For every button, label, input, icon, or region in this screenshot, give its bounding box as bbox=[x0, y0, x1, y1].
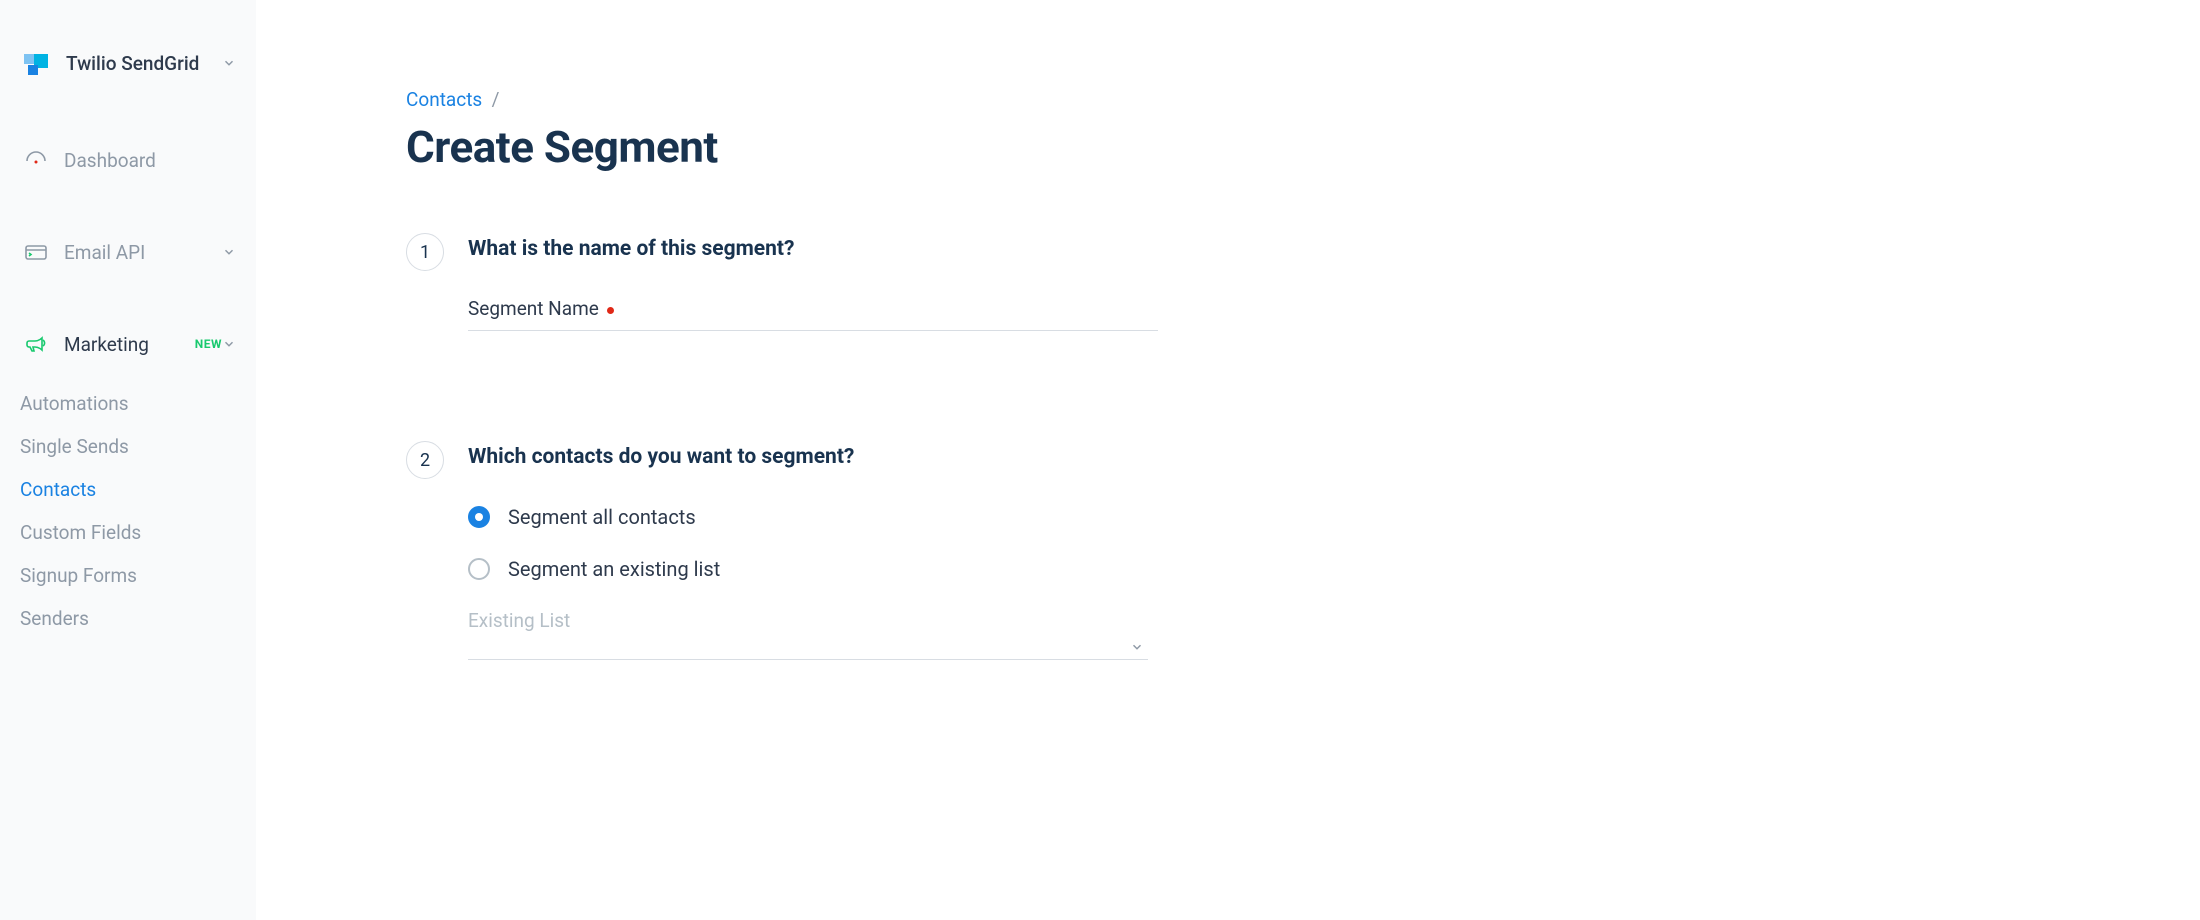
sidebar-item-dashboard[interactable]: Dashboard bbox=[0, 136, 256, 184]
brand-switcher[interactable]: Twilio SendGrid bbox=[0, 50, 256, 136]
nav-label: Email API bbox=[64, 241, 222, 264]
nav-label: Dashboard bbox=[64, 149, 236, 172]
segment-name-label: Segment Name bbox=[468, 297, 599, 320]
step-2: 2 Which contacts do you want to segment?… bbox=[406, 441, 2140, 660]
new-badge: NEW bbox=[195, 337, 222, 351]
radio-segment-existing[interactable]: Segment an existing list bbox=[468, 557, 2140, 581]
main-content: Contacts / Create Segment 1 What is the … bbox=[256, 0, 2200, 920]
radio-button-icon bbox=[468, 506, 490, 528]
brand-name: Twilio SendGrid bbox=[66, 52, 222, 75]
megaphone-icon bbox=[24, 332, 48, 356]
step-1: 1 What is the name of this segment? Segm… bbox=[406, 233, 2140, 401]
gauge-icon bbox=[24, 148, 48, 172]
existing-list-label: Existing List bbox=[468, 609, 1148, 632]
radio-label-existing: Segment an existing list bbox=[508, 557, 720, 581]
step-1-question: What is the name of this segment? bbox=[468, 237, 2140, 261]
step-number-1: 1 bbox=[406, 233, 444, 271]
subnav-senders[interactable]: Senders bbox=[20, 597, 256, 640]
nav-label: Marketing bbox=[64, 333, 187, 356]
sidebar-item-marketing[interactable]: Marketing NEW bbox=[0, 320, 256, 368]
radio-segment-all[interactable]: Segment all contacts bbox=[468, 505, 2140, 529]
breadcrumb-sep: / bbox=[492, 88, 500, 111]
existing-list-select[interactable]: Existing List bbox=[468, 609, 1148, 660]
subnav-signup-forms[interactable]: Signup Forms bbox=[20, 554, 256, 597]
sidebar-item-email-api[interactable]: Email API bbox=[0, 228, 256, 276]
breadcrumb-contacts-link[interactable]: Contacts bbox=[406, 88, 482, 111]
terminal-card-icon bbox=[24, 240, 48, 264]
step-number-2: 2 bbox=[406, 441, 444, 479]
breadcrumb: Contacts / bbox=[406, 88, 2140, 111]
chevron-down-icon bbox=[222, 245, 236, 259]
subnav-single-sends[interactable]: Single Sends bbox=[20, 425, 256, 468]
page-title: Create Segment bbox=[406, 121, 2140, 173]
chevron-down-icon bbox=[222, 337, 236, 351]
step-2-question: Which contacts do you want to segment? bbox=[468, 445, 2140, 469]
chevron-down-icon bbox=[1130, 640, 1144, 654]
subnav-contacts[interactable]: Contacts bbox=[20, 468, 256, 511]
radio-label-all: Segment all contacts bbox=[508, 505, 696, 529]
marketing-subnav: Automations Single Sends Contacts Custom… bbox=[0, 382, 256, 640]
subnav-custom-fields[interactable]: Custom Fields bbox=[20, 511, 256, 554]
chevron-down-icon bbox=[222, 56, 236, 70]
required-indicator-icon bbox=[607, 307, 614, 314]
sendgrid-logo-icon bbox=[24, 50, 50, 76]
radio-button-icon bbox=[468, 558, 490, 580]
subnav-automations[interactable]: Automations bbox=[20, 382, 256, 425]
segment-name-field[interactable]: Segment Name bbox=[468, 297, 1158, 331]
sidebar: Twilio SendGrid Dashboard Email API bbox=[0, 0, 256, 920]
